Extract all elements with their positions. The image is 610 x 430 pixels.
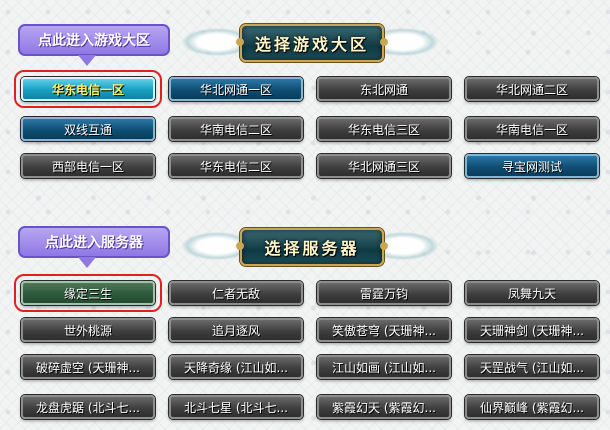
zone-button[interactable]: 华北网通一区 xyxy=(169,77,303,101)
zone-button[interactable]: 华东电信一区 xyxy=(21,77,155,101)
server-button[interactable]: 龙盘虎踞 (北斗七... xyxy=(21,395,155,419)
server-section-title: 选择服务器 xyxy=(236,228,388,266)
zone-button[interactable]: 华南电信二区 xyxy=(169,117,303,141)
server-button[interactable]: 仙界巅峰 (紫霞幻... xyxy=(465,395,599,419)
zone-button[interactable]: 华东电信二区 xyxy=(169,154,303,178)
server-button[interactable]: 破碎虚空 (天珊神... xyxy=(21,355,155,379)
zone-button[interactable]: 华东电信三区 xyxy=(317,117,451,141)
server-section-banner: 选择服务器 xyxy=(182,224,438,268)
server-button[interactable]: 雷霆万钧 xyxy=(317,281,451,305)
server-button[interactable]: 天罡战气 (江山如... xyxy=(465,355,599,379)
zone-button[interactable]: 双线互通 xyxy=(21,117,155,141)
server-button[interactable]: 天降奇缘 (江山如... xyxy=(169,355,303,379)
server-button[interactable]: 凤舞九天 xyxy=(465,281,599,305)
server-hint-callout: 点此进入服务器 xyxy=(18,226,170,268)
server-button[interactable]: 仁者无敌 xyxy=(169,281,303,305)
zone-button[interactable]: 华北网通三区 xyxy=(317,154,451,178)
server-button[interactable]: 追月逐风 xyxy=(169,318,303,342)
zone-button[interactable]: 华北网通二区 xyxy=(465,77,599,101)
server-button[interactable]: 笑傲苍穹 (天珊神... xyxy=(317,318,451,342)
server-button[interactable]: 紫霞幻天 (紫霞幻... xyxy=(317,395,451,419)
server-button[interactable]: 世外桃源 xyxy=(21,318,155,342)
zone-button[interactable]: 寻宝网测试 xyxy=(465,154,599,178)
server-button[interactable]: 北斗七星 (北斗七... xyxy=(169,395,303,419)
zone-button[interactable]: 东北网通 xyxy=(317,77,451,101)
zone-section-title: 选择游戏大区 xyxy=(236,24,388,62)
zone-section-banner: 选择游戏大区 xyxy=(182,20,438,64)
server-button[interactable]: 天珊神剑 (天珊神... xyxy=(465,318,599,342)
server-button[interactable]: 缘定三生 xyxy=(21,281,155,305)
zone-hint-callout: 点此进入游戏大区 xyxy=(18,24,170,66)
zone-button[interactable]: 西部电信一区 xyxy=(21,154,155,178)
server-button[interactable]: 江山如画 (江山如... xyxy=(317,355,451,379)
zone-button[interactable]: 华南电信一区 xyxy=(465,117,599,141)
